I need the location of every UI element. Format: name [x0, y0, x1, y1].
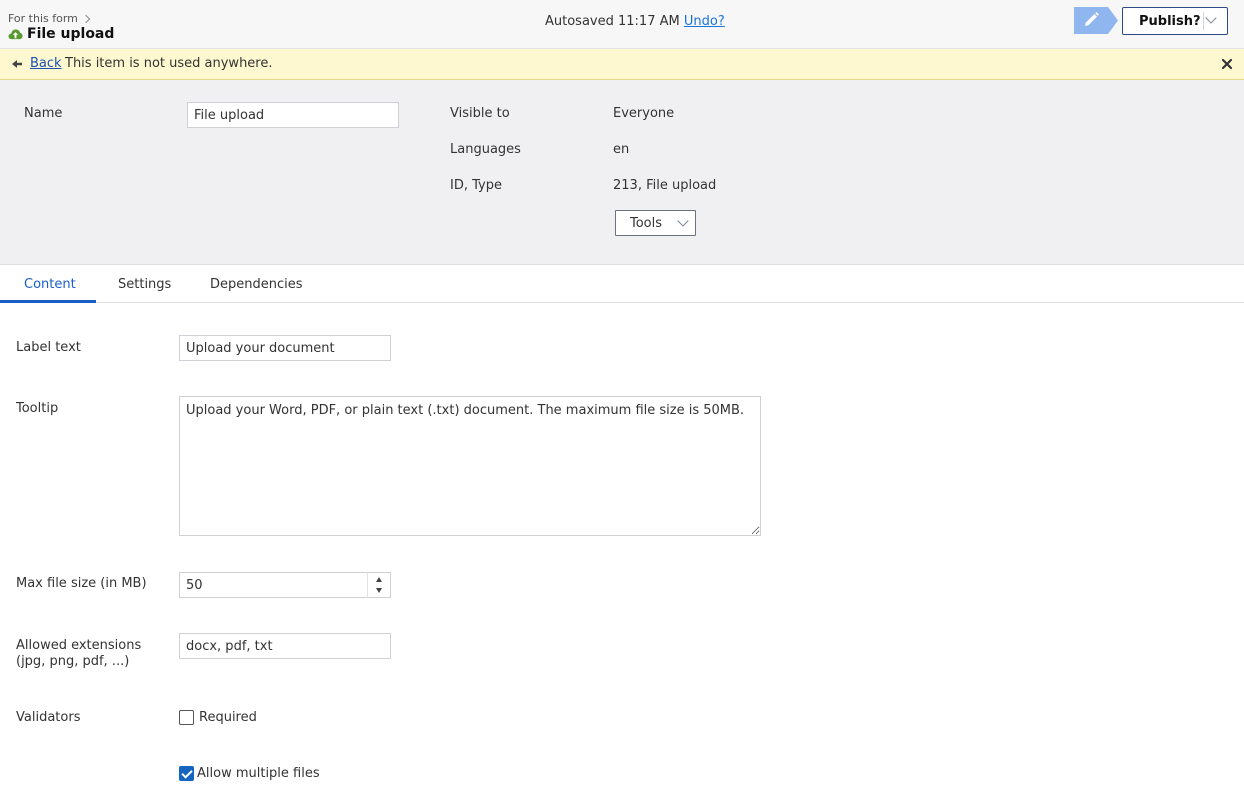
- allowed-extensions-hint: (jpg, png, pdf, ...): [16, 654, 130, 669]
- visible-to-label: Visible to: [450, 106, 510, 121]
- required-checkbox[interactable]: [179, 710, 194, 725]
- chevron-down-icon[interactable]: [1205, 12, 1217, 24]
- autosave-text: Autosaved 11:17 AM: [545, 14, 680, 29]
- visible-to-value: Everyone: [613, 106, 675, 121]
- tab-bar: Content Settings Dependencies: [0, 265, 1244, 303]
- arrow-left-icon[interactable]: [11, 58, 23, 70]
- tools-dropdown-button[interactable]: Tools: [615, 210, 696, 236]
- label-text-label: Label text: [16, 340, 81, 355]
- required-label[interactable]: Required: [199, 710, 257, 725]
- breadcrumb[interactable]: For this form: [8, 12, 91, 25]
- tools-label[interactable]: Tools: [630, 216, 662, 231]
- page-title: File upload: [27, 26, 115, 42]
- max-file-size-input[interactable]: [179, 572, 391, 598]
- name-label: Name: [24, 106, 63, 121]
- cloud-upload-icon: [8, 28, 23, 39]
- usage-notice-bar: Back This item is not used anywhere.: [0, 49, 1244, 80]
- languages-value: en: [613, 142, 630, 157]
- tooltip-label: Tooltip: [16, 401, 59, 416]
- undo-link[interactable]: Undo?: [684, 14, 725, 29]
- label-text-input[interactable]: [179, 335, 391, 361]
- id-type-value: 213, File upload: [613, 178, 717, 193]
- publish-label[interactable]: Publish?: [1139, 14, 1201, 29]
- tooltip-textarea[interactable]: Upload your Word, PDF, or plain text (.t…: [179, 396, 761, 536]
- autosave-status: Autosaved 11:17 AM Undo?: [545, 14, 725, 29]
- stepper-up-icon[interactable]: [376, 577, 382, 582]
- name-input[interactable]: [187, 102, 399, 128]
- publish-separator: [1203, 12, 1204, 30]
- number-stepper[interactable]: [367, 572, 390, 598]
- allow-multiple-files-label[interactable]: Allow multiple files: [197, 766, 320, 781]
- validators-label: Validators: [16, 710, 81, 725]
- top-bar: For this form File upload Autosaved 11:1…: [0, 0, 1244, 49]
- active-tab-indicator: [0, 300, 96, 303]
- max-file-size-label: Max file size (in MB): [16, 576, 147, 591]
- close-icon[interactable]: [1220, 57, 1234, 71]
- notice-message: This item is not used anywhere.: [65, 56, 273, 71]
- properties-panel: Name Visible to Everyone Languages en ID…: [0, 80, 1244, 265]
- page-title-row: File upload: [8, 26, 114, 42]
- languages-label: Languages: [450, 142, 521, 157]
- tab-dependencies[interactable]: Dependencies: [210, 277, 303, 292]
- tab-content[interactable]: Content: [24, 277, 76, 292]
- id-type-label: ID, Type: [450, 178, 502, 193]
- chevron-right-icon: [81, 14, 91, 23]
- allowed-extensions-input[interactable]: [179, 633, 391, 659]
- publish-button[interactable]: Publish?: [1122, 7, 1228, 35]
- breadcrumb-label[interactable]: For this form: [8, 12, 78, 25]
- back-link[interactable]: Back: [30, 56, 62, 71]
- tab-settings[interactable]: Settings: [118, 277, 171, 292]
- chevron-down-icon[interactable]: [677, 215, 689, 227]
- allowed-extensions-label: Allowed extensions: [16, 638, 142, 653]
- stepper-down-icon[interactable]: [376, 588, 382, 593]
- allow-multiple-files-checkbox[interactable]: [179, 766, 194, 781]
- edit-button[interactable]: [1074, 7, 1118, 34]
